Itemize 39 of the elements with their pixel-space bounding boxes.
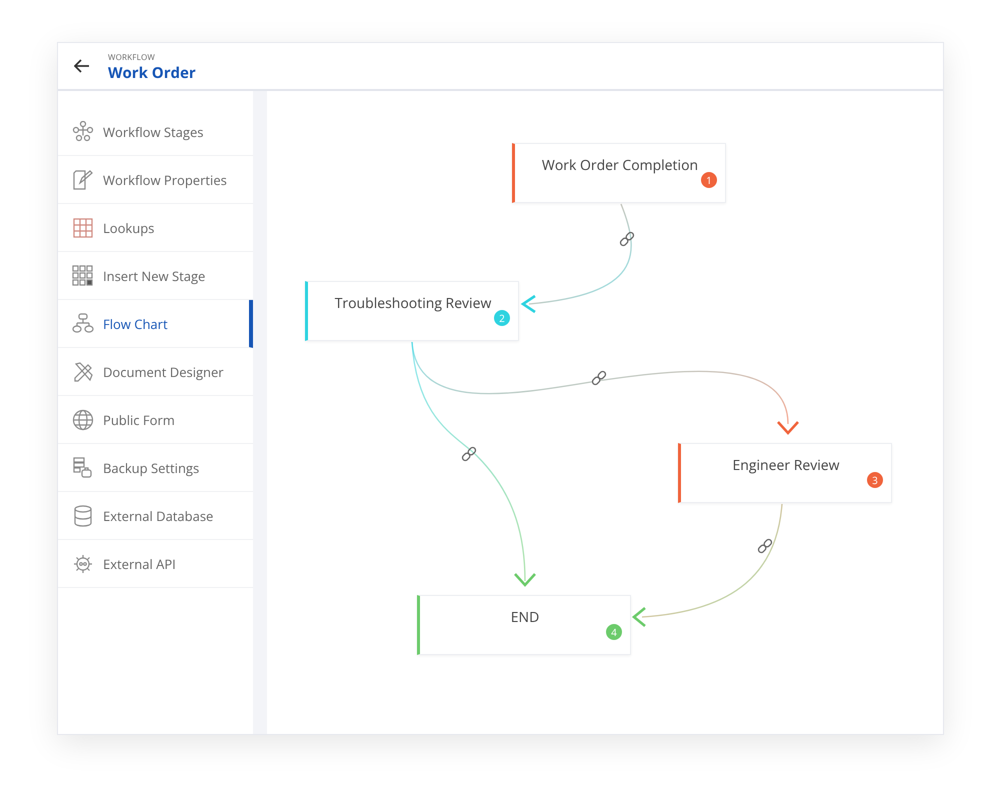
stage-node[interactable]: Troubleshooting Review 2 <box>305 281 519 341</box>
database-icon <box>72 504 94 526</box>
sidebar-item[interactable]: External Database <box>58 492 253 540</box>
stage-node[interactable]: Work Order Completion 1 <box>512 143 726 203</box>
stage-number-badge: 3 <box>867 472 883 488</box>
link-icon[interactable] <box>756 538 774 554</box>
sidebar-item[interactable]: Document Designer <box>58 348 253 396</box>
globe-icon <box>72 408 94 430</box>
sidebar-item[interactable]: Backup Settings <box>58 444 253 492</box>
stage-number-badge: 4 <box>606 624 622 640</box>
sidebar-item[interactable]: Public Form <box>58 396 253 444</box>
sidebar-item[interactable]: Workflow Stages <box>58 108 253 156</box>
sidebar-item[interactable]: Workflow Properties <box>58 156 253 204</box>
sidebar-item[interactable]: External API <box>58 540 253 588</box>
workflow-nodes-icon <box>72 120 94 142</box>
stage-name: Engineer Review <box>732 456 840 477</box>
page-title: Work Order <box>108 62 196 82</box>
sidebar-item[interactable]: Flow Chart <box>58 300 253 348</box>
stage-node[interactable]: END 4 <box>417 595 631 655</box>
stage-node[interactable]: Engineer Review 3 <box>678 443 892 503</box>
section-label: WORKFLOW <box>108 52 156 62</box>
stage-name: Troubleshooting Review <box>334 294 492 315</box>
gear-icon <box>72 552 94 574</box>
stage-name: END <box>510 608 540 629</box>
link-icon[interactable] <box>590 370 608 386</box>
link-icon[interactable] <box>460 446 478 462</box>
backup-settings-icon <box>72 456 94 478</box>
sidebar-item[interactable]: Insert New Stage <box>58 252 253 300</box>
sidebar-item[interactable]: Lookups <box>58 204 253 252</box>
stage-name: Work Order Completion <box>542 156 698 177</box>
edit-document-icon <box>72 168 94 190</box>
stage-number-badge: 1 <box>701 172 717 188</box>
grid-icon <box>72 216 94 238</box>
pencil-ruler-icon <box>72 360 94 382</box>
link-icon[interactable] <box>618 230 636 248</box>
stage-number-badge: 2 <box>494 310 510 326</box>
back-arrow-icon <box>74 59 90 73</box>
flow-chart-icon <box>72 312 94 334</box>
grid-insert-icon <box>72 264 94 286</box>
